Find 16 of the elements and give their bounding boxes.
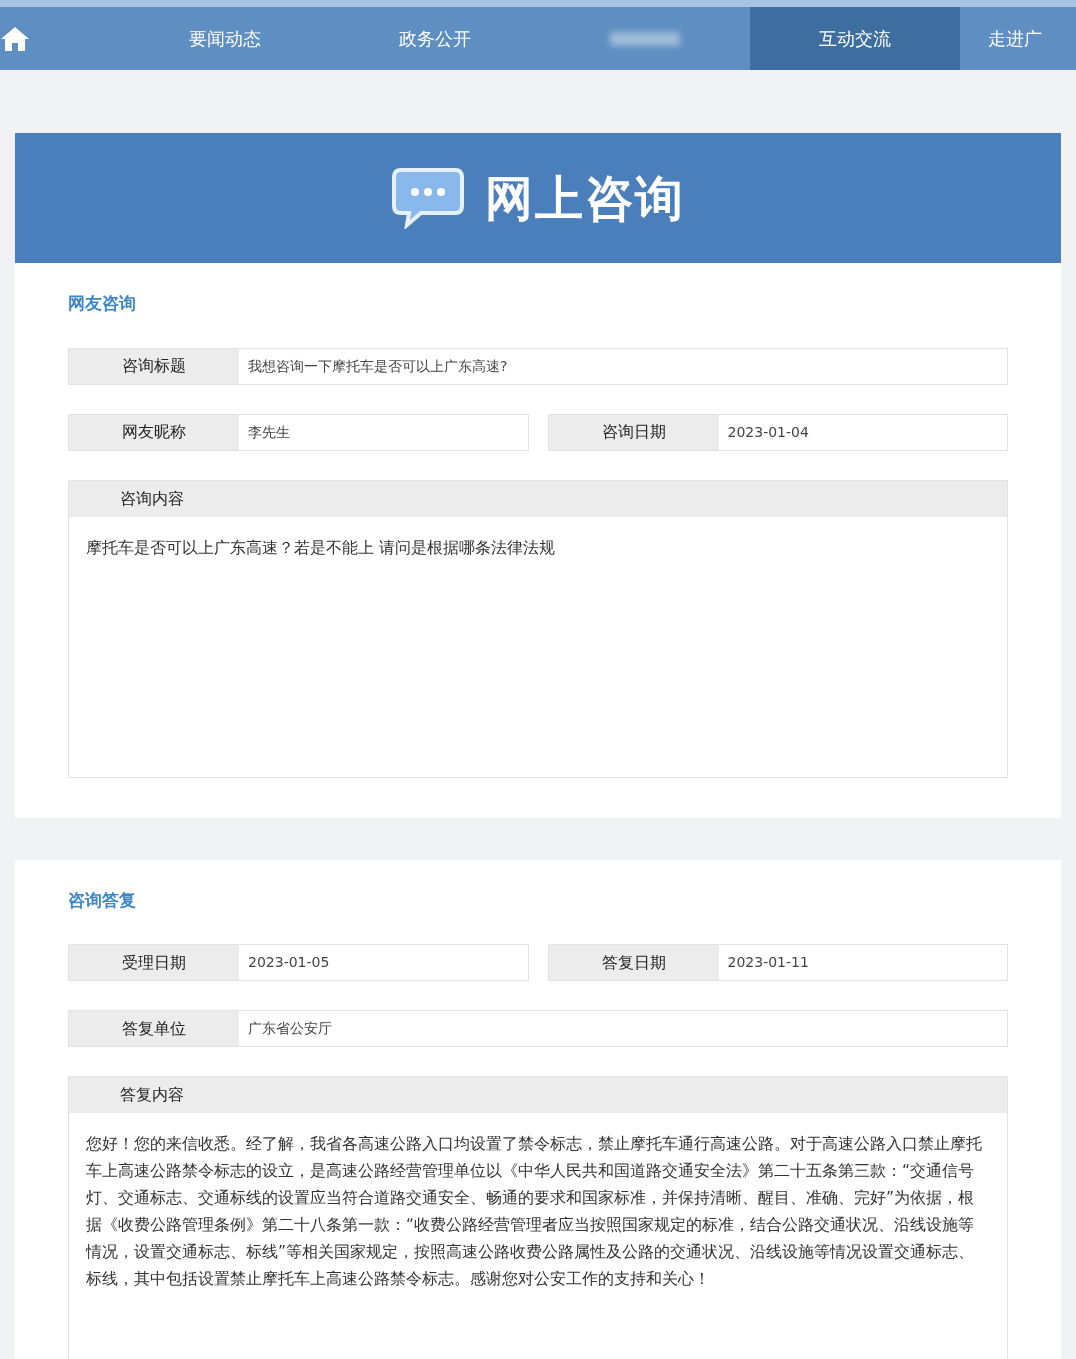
content-text: 摩托车是否可以上广东高速？若是不能上 请问是根据哪条法律法规	[85, 537, 556, 559]
content-text: 您好！您的来信收悉。经了解，我省各高速公路入口均设置了禁令标志，禁止摩托车通行高速公路。对于高速公路入口禁止摩托车上高速公路禁令标志的设立，是高速公路经营管理单位以《中华人民共和国道路交通安全法》第二十五条第三款：“交通信号灯、交通标志、交通标线的设置应当符合道路交通安全、畅通的要求和国家标准，并保持清晰、醒目、准确、完好”为依据，根据《收费公路管理条例》第二十八条第一款：“收费公路经营管理者应当按照国家规定的标准，结合公路交通状况、沿线设施等情况，设置交通标志、标线”等相关国家规定，按照高速公路收费公路属性及公路的交通状况、沿线设施等情况设置交通标志、标线，其中包括设置禁止摩托车上高速公路禁令标志。感谢您对公安工作的支持和关心！	[84, 1134, 983, 1290]
field-label: 咨询标题	[69, 348, 239, 384]
section-heading: 网友咨询	[68, 292, 137, 315]
field-label: 答复单位	[69, 1011, 239, 1046]
field-label: 答复日期	[548, 945, 719, 980]
field-label: 网友昵称	[69, 414, 239, 450]
section-heading: 咨询答复	[68, 888, 137, 912]
panel-title: 答复内容	[120, 1084, 184, 1106]
chat-bubble-icon	[391, 167, 465, 229]
panel-title: 咨询内容	[120, 487, 184, 510]
field-label: 受理日期	[69, 945, 239, 980]
field-label: 咨询日期	[548, 414, 719, 450]
nav-tab[interactable]: 互动交流	[750, 7, 960, 70]
home-icon[interactable]	[0, 25, 30, 52]
page-title: 网上咨询	[485, 169, 685, 228]
